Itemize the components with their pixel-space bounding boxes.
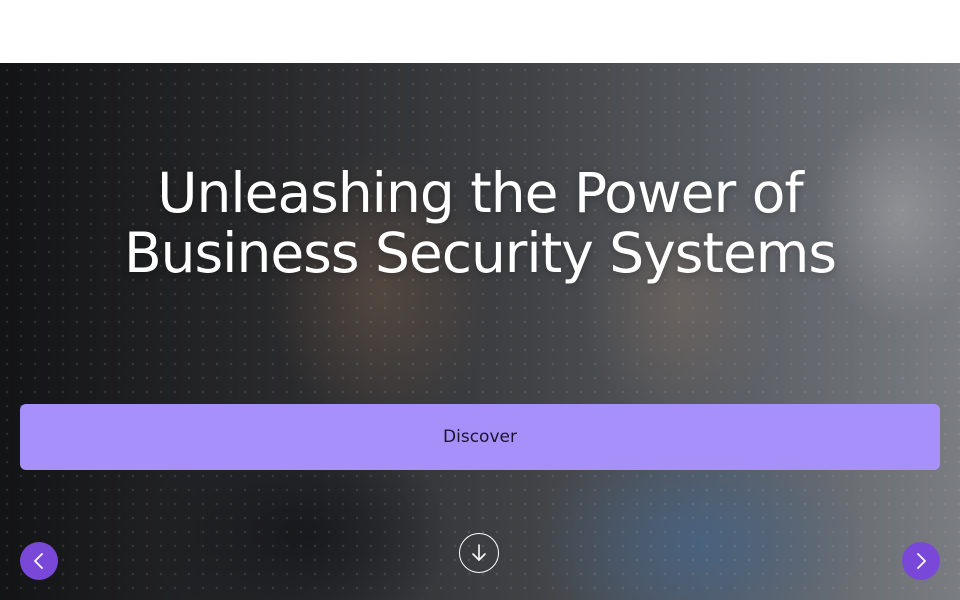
top-bar (0, 0, 960, 63)
chevron-right-icon (914, 552, 928, 570)
hero-banner: Unleashing the Power of Business Securit… (0, 63, 960, 600)
chevron-left-icon (32, 552, 46, 570)
discover-button[interactable]: Discover (20, 404, 940, 470)
previous-slide-button[interactable] (20, 542, 58, 580)
scroll-down-button[interactable] (459, 533, 499, 573)
hero-title: Unleashing the Power of Business Securit… (123, 161, 837, 285)
hero-overlay (0, 63, 960, 600)
arrow-down-icon (470, 543, 488, 563)
next-slide-button[interactable] (902, 542, 940, 580)
